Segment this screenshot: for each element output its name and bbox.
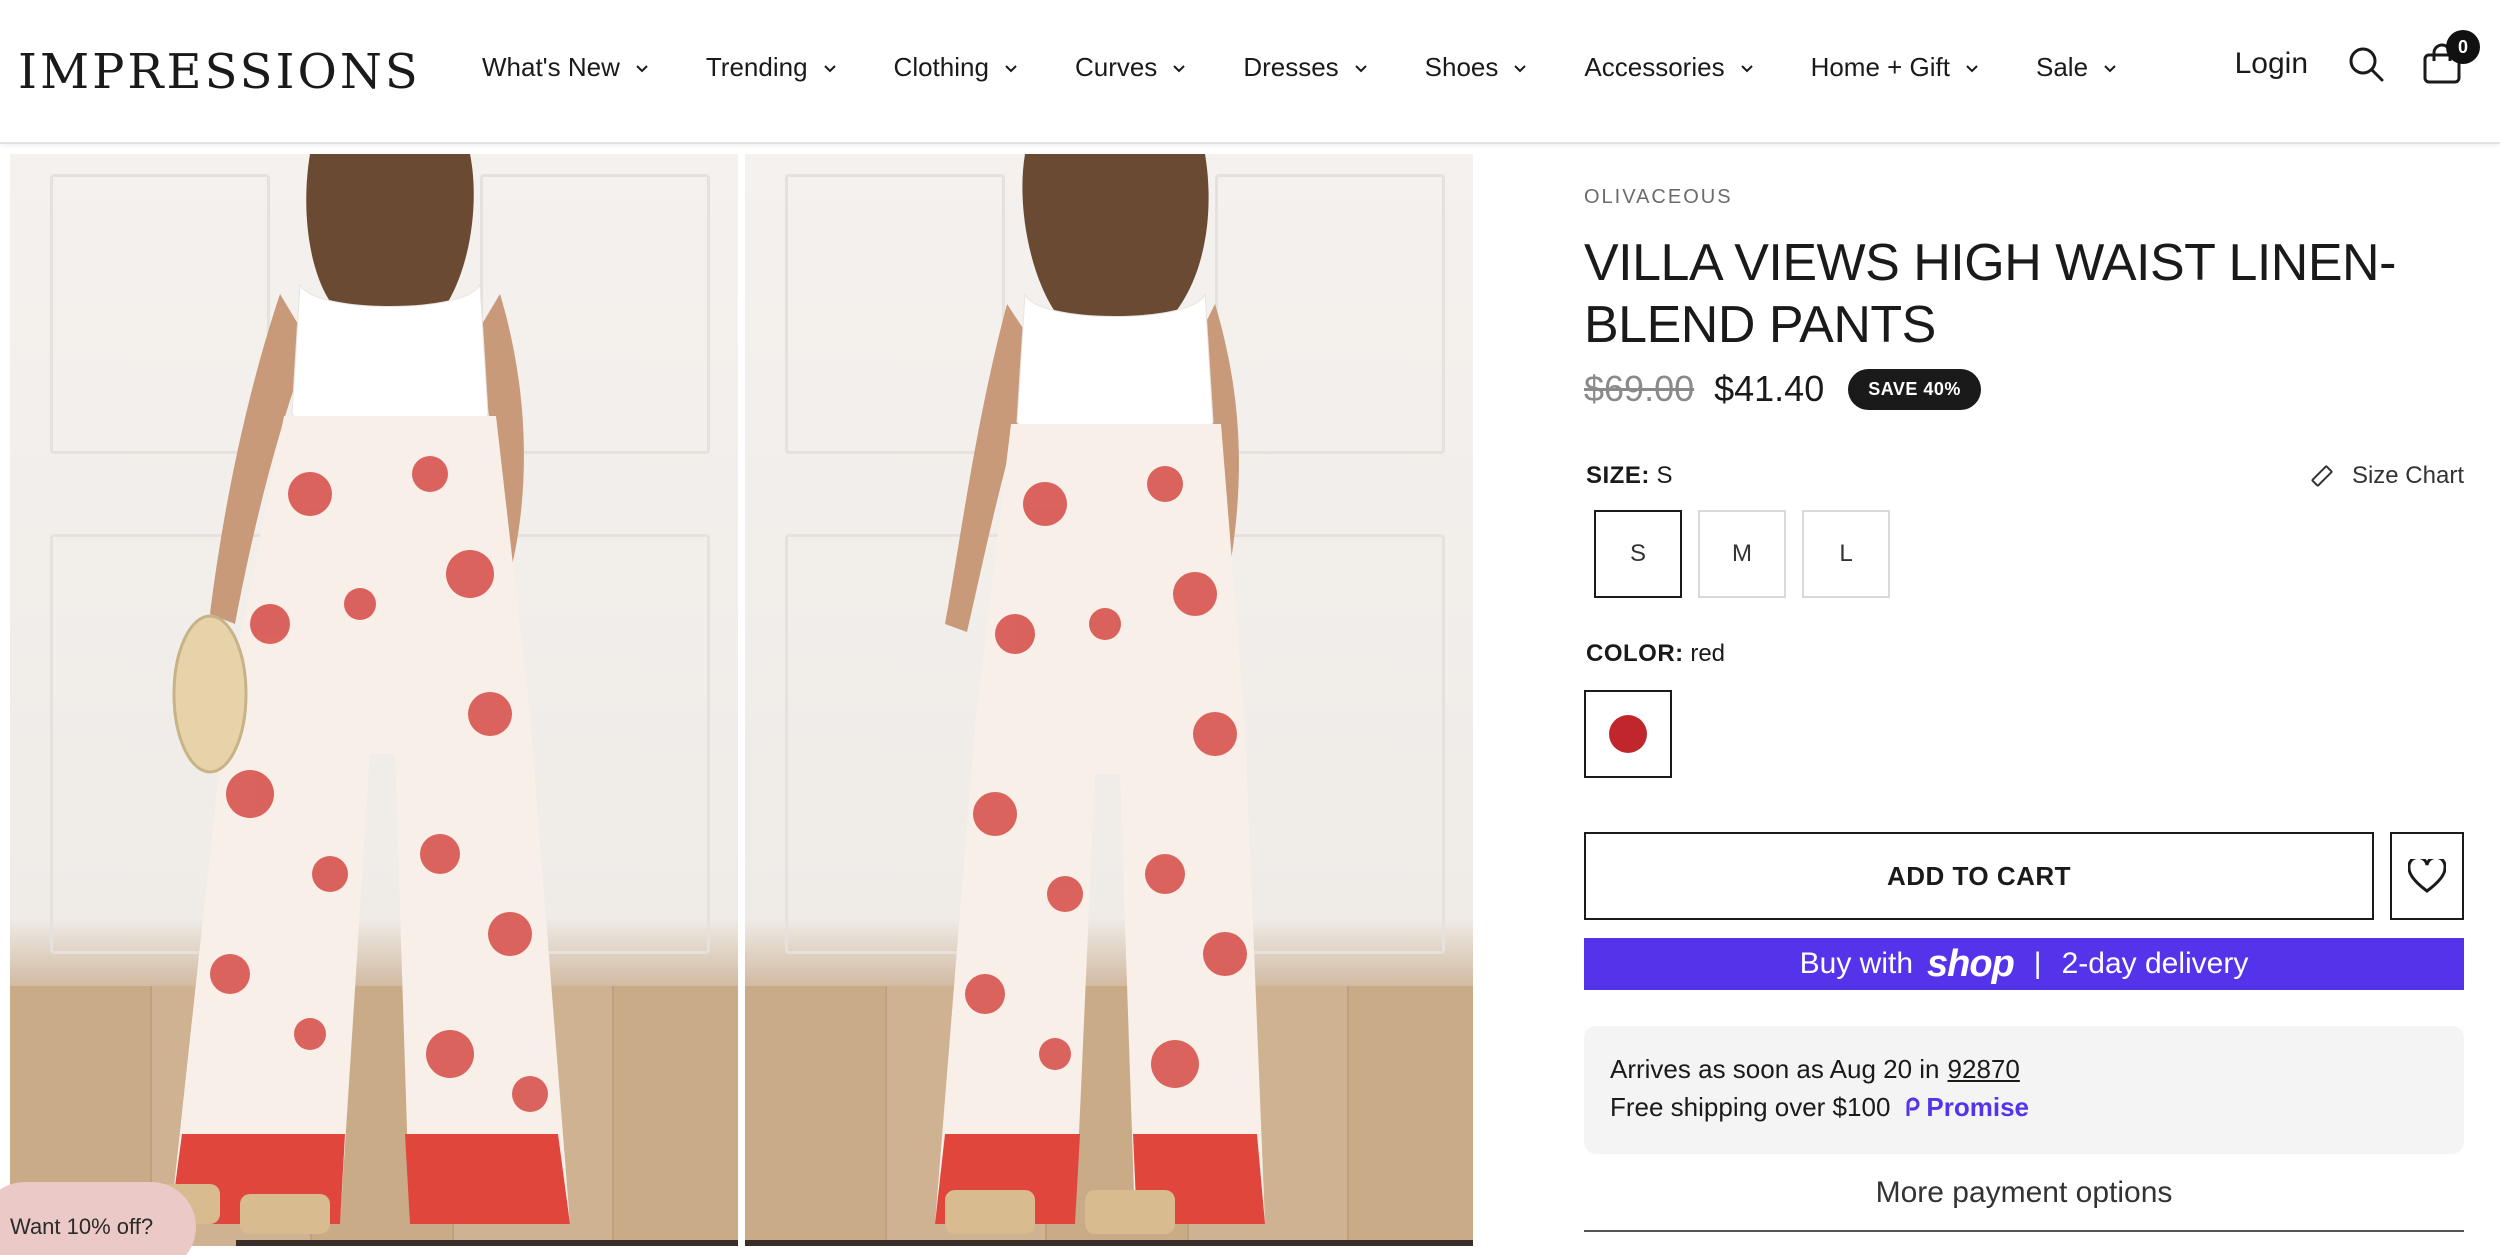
- product-gallery: [0, 146, 1480, 1255]
- chevron-down-icon: [1005, 64, 1017, 72]
- shop-pay-delivery: 2-day delivery: [2061, 947, 2249, 980]
- nav-label: Shoes: [1424, 52, 1499, 82]
- chevron-down-icon: [1966, 64, 1978, 72]
- nav-item-accessories[interactable]: Accessories: [1584, 52, 1754, 83]
- shop-pay-logo: shop: [1927, 942, 2015, 985]
- selected-color: red: [1690, 640, 1726, 667]
- nav-label: Curves: [1074, 52, 1158, 82]
- zip-code-link[interactable]: 92870: [1948, 1050, 2020, 1088]
- discount-popup-button[interactable]: Want 10% off?: [0, 1182, 196, 1255]
- nav-label: What's New: [482, 52, 620, 82]
- size-option-l[interactable]: L: [1802, 510, 1890, 598]
- size-option-label: SIZE: S: [1586, 462, 1673, 490]
- product-brand[interactable]: OLIVACEOUS: [1584, 186, 1733, 209]
- main-nav: What's New Trending Clothing Curves Dres…: [482, 52, 2174, 83]
- arrival-line: Arrives as soon as Aug 20 in 92870: [1610, 1050, 2438, 1088]
- shop-pay-separator: |: [2033, 947, 2042, 980]
- chevron-down-icon: [1354, 64, 1367, 72]
- color-swatch-red[interactable]: [1584, 690, 1672, 778]
- color-option-label: COLOR: red: [1586, 640, 1725, 668]
- nav-item-dresses[interactable]: Dresses: [1243, 52, 1368, 83]
- nav-item-clothing[interactable]: Clothing: [894, 52, 1019, 83]
- price-row: $69.00 $41.40 SAVE 40%: [1584, 368, 1981, 410]
- nav-label: Trending: [705, 52, 808, 82]
- free-shipping-line: Free shipping over $100 Promise: [1610, 1088, 2438, 1126]
- nav-label: Accessories: [1584, 52, 1725, 82]
- size-option-s[interactable]: S: [1594, 510, 1682, 598]
- nav-item-curves[interactable]: Curves: [1075, 52, 1187, 83]
- cart-count-badge: 0: [2446, 30, 2480, 64]
- ruler-icon: [2311, 465, 2333, 487]
- header-actions: Login 0: [2235, 30, 2480, 88]
- product-title: VILLA VIEWS HIGH WAIST LINEN-BLEND PANTS: [1584, 234, 2396, 354]
- shop-pay-button[interactable]: Buy with shop | 2-day delivery: [1584, 938, 2464, 990]
- add-to-cart-button[interactable]: ADD TO CART: [1584, 832, 2374, 920]
- search-icon[interactable]: [2342, 40, 2390, 88]
- cart-button[interactable]: 0: [2418, 30, 2480, 88]
- nav-item-whats-new[interactable]: What's New: [482, 52, 650, 83]
- product-photo-front[interactable]: [10, 154, 738, 1246]
- size-selector: S M L: [1594, 510, 1906, 598]
- original-price: $69.00: [1584, 368, 1695, 409]
- free-shipping-text: Free shipping over $100: [1610, 1092, 1891, 1122]
- color-dot: [1609, 715, 1647, 753]
- login-link[interactable]: Login: [2235, 47, 2308, 81]
- promise-logo-icon: [1906, 1097, 1920, 1116]
- nav-label: Home + Gift: [1810, 52, 1950, 82]
- chevron-down-icon: [1173, 64, 1186, 72]
- size-chart-link[interactable]: Size Chart: [2310, 462, 2464, 490]
- arrival-text: Arrives as soon as Aug 20 in: [1610, 1054, 1940, 1084]
- chevron-down-icon: [636, 64, 648, 72]
- color-label: COLOR:: [1586, 640, 1684, 667]
- nav-label: Dresses: [1243, 52, 1339, 82]
- chevron-down-icon: [823, 64, 836, 72]
- shipping-estimate: Arrives as soon as Aug 20 in 92870 Free …: [1584, 1026, 2464, 1154]
- nav-item-trending[interactable]: Trending: [706, 52, 838, 83]
- site-logo[interactable]: IMPRESSIONS: [18, 44, 421, 100]
- chevron-down-icon: [1740, 64, 1753, 72]
- nav-label: Sale: [2036, 52, 2089, 82]
- shop-pay-prefix: Buy with: [1799, 947, 1914, 980]
- size-chart-label: Size Chart: [2351, 462, 2464, 489]
- heart-icon: [2408, 859, 2446, 893]
- sale-price: $41.40: [1714, 368, 1825, 409]
- nav-item-sale[interactable]: Sale: [2036, 52, 2118, 83]
- chevron-down-icon: [1514, 64, 1527, 72]
- nav-label: Clothing: [893, 52, 989, 82]
- wishlist-button[interactable]: [2390, 832, 2464, 920]
- promise-link[interactable]: Promise: [1904, 1088, 2029, 1126]
- size-option-m[interactable]: M: [1698, 510, 1786, 598]
- save-badge: SAVE 40%: [1848, 368, 1981, 410]
- nav-item-shoes[interactable]: Shoes: [1425, 52, 1529, 83]
- promise-label: Promise: [1926, 1092, 2030, 1122]
- nav-item-home-gift[interactable]: Home + Gift: [1811, 52, 1980, 83]
- size-label: SIZE:: [1586, 462, 1650, 489]
- product-photo-front-alt[interactable]: [745, 154, 1473, 1246]
- selected-size: S: [1656, 462, 1673, 489]
- site-header: IMPRESSIONS What's New Trending Clothing…: [0, 0, 2500, 144]
- more-payment-options-link[interactable]: More payment options: [1584, 1176, 2464, 1232]
- chevron-down-icon: [2104, 64, 2116, 72]
